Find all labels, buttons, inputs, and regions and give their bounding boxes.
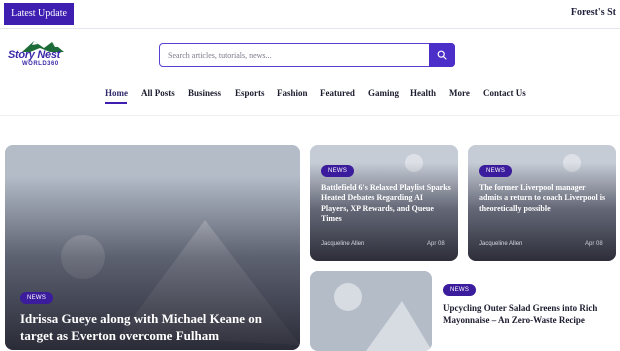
nav-item-esports[interactable]: Esports <box>235 88 265 98</box>
publish-date: Apr 08 <box>427 241 445 247</box>
article-thumbnail[interactable] <box>310 271 432 351</box>
top-bar: Latest Update Forest's St <box>0 0 620 29</box>
category-badge[interactable]: NEWS <box>479 165 513 177</box>
article-title[interactable]: Upcycling Outer Salad Greens into Rich M… <box>443 302 613 326</box>
publish-date: Apr 08 <box>585 241 603 247</box>
site-logo[interactable]: Story Nest WORLD360 <box>6 38 72 70</box>
logo-wordmark: Story Nest <box>8 49 61 61</box>
article-title[interactable]: Battlefield 6's Relaxed Playlist Sparks … <box>321 183 451 225</box>
nav-item-featured[interactable]: Featured <box>320 88 355 98</box>
logo-subtext: WORLD360 <box>22 61 59 67</box>
article-title[interactable]: Idrissa Gueye along with Michael Keane o… <box>20 311 290 345</box>
nav-item-gaming[interactable]: Gaming <box>368 88 399 98</box>
news-ticker[interactable]: Forest's St <box>571 7 616 18</box>
search-bar <box>159 43 455 67</box>
search-icon <box>437 50 447 60</box>
featured-article-card[interactable]: NEWS Idrissa Gueye along with Michael Ke… <box>5 145 300 350</box>
article-title[interactable]: The former Liverpool manager admits a re… <box>479 183 609 214</box>
nav-item-more[interactable]: More <box>449 88 470 98</box>
nav-active-indicator <box>105 102 127 104</box>
category-badge[interactable]: NEWS <box>443 284 477 296</box>
article-card[interactable]: NEWS Battlefield 6's Relaxed Playlist Sp… <box>310 145 458 261</box>
nav-item-all-posts[interactable]: All Posts <box>141 88 175 98</box>
image-placeholder-icon <box>310 271 432 351</box>
category-badge[interactable]: NEWS <box>321 165 355 177</box>
author-name[interactable]: Jacqueline Allen <box>479 241 522 247</box>
nav-divider <box>0 115 620 116</box>
category-badge[interactable]: NEWS <box>20 292 54 304</box>
nav-item-health[interactable]: Health <box>410 88 436 98</box>
nav-item-fashion[interactable]: Fashion <box>277 88 308 98</box>
article-card[interactable]: NEWS The former Liverpool manager admits… <box>468 145 616 261</box>
nav-item-contact-us[interactable]: Contact Us <box>483 88 526 98</box>
main-nav: Home All Posts Business Esports Fashion … <box>0 88 620 104</box>
search-input[interactable] <box>168 48 418 62</box>
nav-item-home[interactable]: Home <box>105 88 128 98</box>
search-button[interactable] <box>429 43 455 67</box>
nav-item-business[interactable]: Business <box>188 88 221 98</box>
latest-update-label[interactable]: Latest Update <box>4 3 74 25</box>
author-name[interactable]: Jacqueline Allen <box>321 241 364 247</box>
